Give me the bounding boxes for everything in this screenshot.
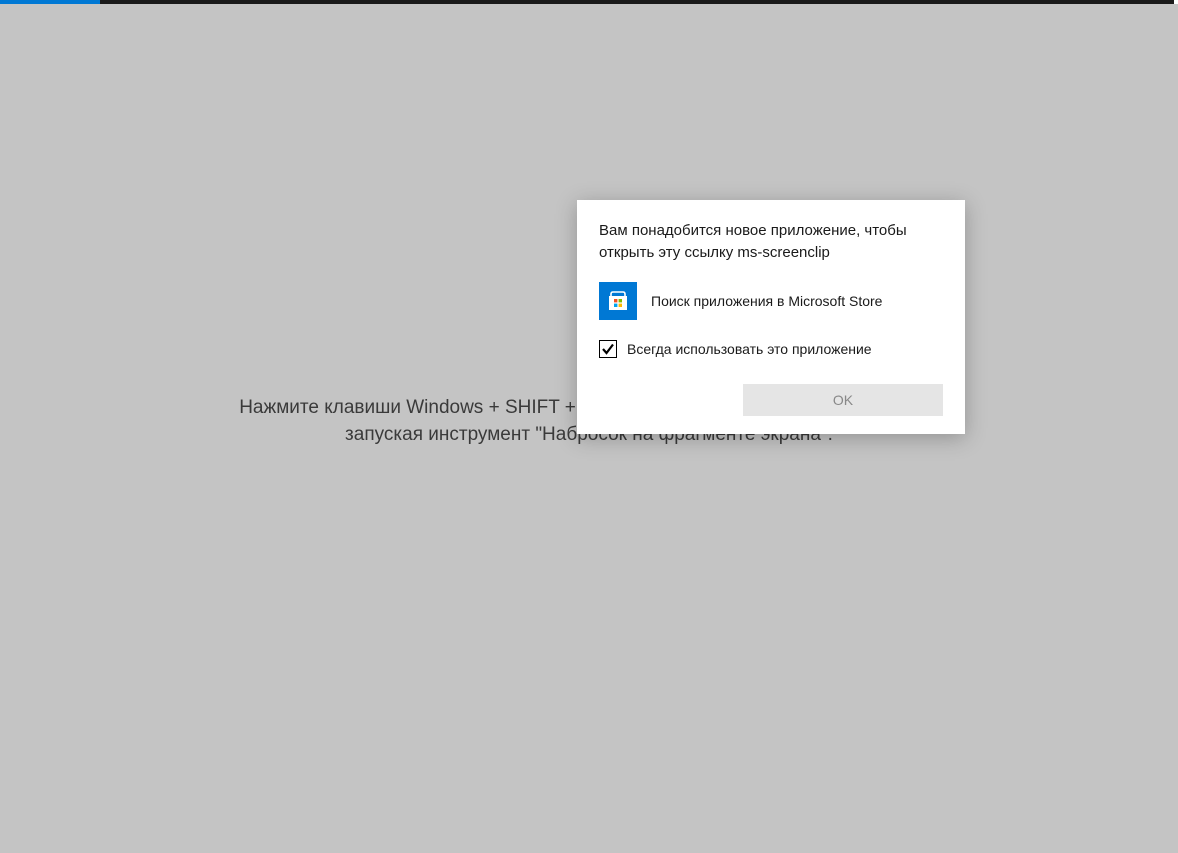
ok-button[interactable]: OK [743,384,943,416]
dialog-title: Вам понадобится новое приложение, чтобы … [599,220,943,264]
store-option-label: Поиск приложения в Microsoft Store [651,293,882,309]
microsoft-store-icon [599,282,637,320]
progress-indicator [0,0,100,4]
title-bar-edge [1174,0,1178,4]
app-picker-dialog: Вам понадобится новое приложение, чтобы … [577,200,965,434]
store-search-option[interactable]: Поиск приложения в Microsoft Store [599,282,943,320]
always-use-row: Всегда использовать это приложение [599,340,943,358]
always-use-label: Всегда использовать это приложение [627,341,872,357]
dialog-button-row: OK [599,384,943,416]
title-bar [0,0,1178,4]
always-use-checkbox[interactable] [599,340,617,358]
